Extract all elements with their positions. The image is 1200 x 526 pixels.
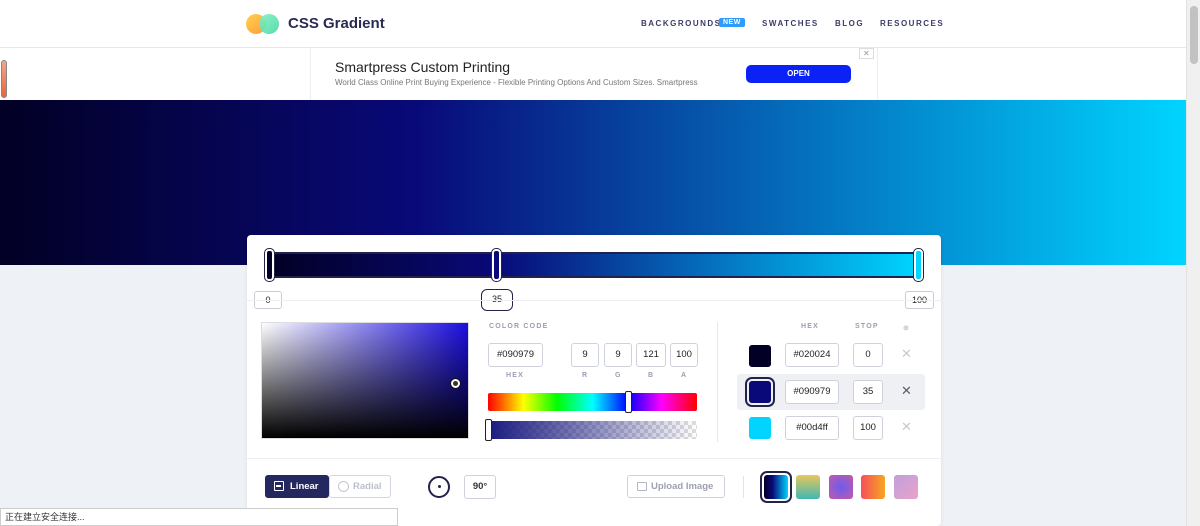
stop-handle-100[interactable]: [913, 248, 924, 282]
stops-stop-header: STOP: [855, 323, 879, 330]
stop-position-input[interactable]: 35: [853, 380, 883, 404]
preset-gradient[interactable]: [796, 475, 820, 499]
stop-position-input[interactable]: 0: [853, 343, 883, 367]
ad-description: World Class Online Print Buying Experien…: [335, 78, 698, 87]
nav-swatches[interactable]: SWATCHES: [762, 19, 819, 28]
hex-input[interactable]: #090979: [488, 343, 543, 367]
radial-button[interactable]: Radial: [329, 475, 391, 498]
hue-slider[interactable]: [488, 393, 697, 411]
hex-caption: HEX: [506, 372, 524, 379]
b-input[interactable]: 121: [636, 343, 666, 367]
scroll-thumb[interactable]: [1190, 6, 1198, 64]
divider: [247, 300, 941, 301]
preset-gradient[interactable]: [829, 475, 853, 499]
info-icon[interactable]: ⊕: [903, 324, 910, 332]
stop-hex-input[interactable]: #020024: [785, 343, 839, 367]
ad-title[interactable]: Smartpress Custom Printing: [335, 59, 510, 75]
preset-gradient[interactable]: [894, 475, 918, 499]
angle-dial-icon[interactable]: [428, 476, 450, 498]
logo-icon[interactable]: [246, 14, 280, 34]
stop-color-swatch[interactable]: [749, 345, 771, 367]
radial-icon: [338, 481, 349, 492]
color-picker-area[interactable]: [261, 322, 469, 439]
preset-gradient-selected[interactable]: [760, 471, 792, 503]
upload-image-button[interactable]: Upload Image: [627, 475, 725, 498]
ad-open-button[interactable]: OPEN: [746, 65, 851, 83]
g-input[interactable]: 9: [604, 343, 632, 367]
stop-hex-input[interactable]: #090979: [785, 380, 839, 404]
radial-label: Radial: [353, 481, 382, 492]
stop-color-swatch-selected[interactable]: [745, 377, 775, 407]
vertical-scrollbar[interactable]: [1186, 0, 1200, 526]
stop-color-swatch[interactable]: [749, 417, 771, 439]
image-icon: [637, 482, 647, 491]
gradient-bar[interactable]: [267, 252, 920, 278]
alpha-slider[interactable]: [488, 421, 697, 439]
nav-resources[interactable]: RESOURCES: [880, 19, 944, 28]
r-input[interactable]: 9: [571, 343, 599, 367]
stop-handle-35[interactable]: [491, 248, 502, 282]
linear-icon: [274, 481, 284, 491]
stop-position-input[interactable]: 100: [853, 416, 883, 440]
delete-stop-icon[interactable]: ✕: [901, 383, 912, 399]
new-badge: NEW: [719, 18, 745, 27]
angle-input[interactable]: 90°: [464, 475, 496, 499]
logo-text[interactable]: CSS Gradient: [288, 15, 385, 32]
nav-blog[interactable]: BLOG: [835, 19, 864, 28]
ad-banner[interactable]: Smartpress Custom Printing World Class O…: [310, 48, 878, 100]
r-caption: R: [582, 372, 589, 379]
site-header: CSS Gradient BACKGROUNDS NEW SWATCHES BL…: [0, 0, 1186, 48]
linear-button[interactable]: Linear: [265, 475, 329, 498]
status-bar: 正在建立安全连接...: [0, 508, 398, 526]
preset-gradient[interactable]: [861, 475, 885, 499]
divider: [247, 458, 941, 459]
ad-side-tab[interactable]: [1, 60, 7, 98]
delete-stop-icon[interactable]: ✕: [901, 346, 912, 362]
gradient-editor-panel: 0 35 100 COLOR CODE #090979 9 9 121 100 …: [247, 235, 941, 526]
stops-hex-header: HEX: [801, 323, 819, 330]
vertical-divider: [743, 476, 744, 498]
linear-label: Linear: [290, 481, 319, 492]
picker-cursor[interactable]: [451, 379, 460, 388]
stop-handle-0[interactable]: [264, 248, 275, 282]
g-caption: G: [615, 372, 622, 379]
ad-close-icon[interactable]: ✕: [859, 48, 874, 59]
stop-hex-input[interactable]: #00d4ff: [785, 416, 839, 440]
alpha-slider-handle[interactable]: [485, 419, 492, 441]
hue-slider-handle[interactable]: [625, 391, 633, 413]
delete-stop-icon[interactable]: ✕: [901, 419, 912, 435]
vertical-divider: [717, 322, 718, 442]
upload-label: Upload Image: [651, 481, 714, 492]
a-input[interactable]: 100: [670, 343, 698, 367]
nav-backgrounds[interactable]: BACKGROUNDS: [641, 19, 722, 28]
b-caption: B: [648, 372, 655, 379]
color-code-label: COLOR CODE: [489, 323, 549, 330]
a-caption: A: [681, 372, 688, 379]
